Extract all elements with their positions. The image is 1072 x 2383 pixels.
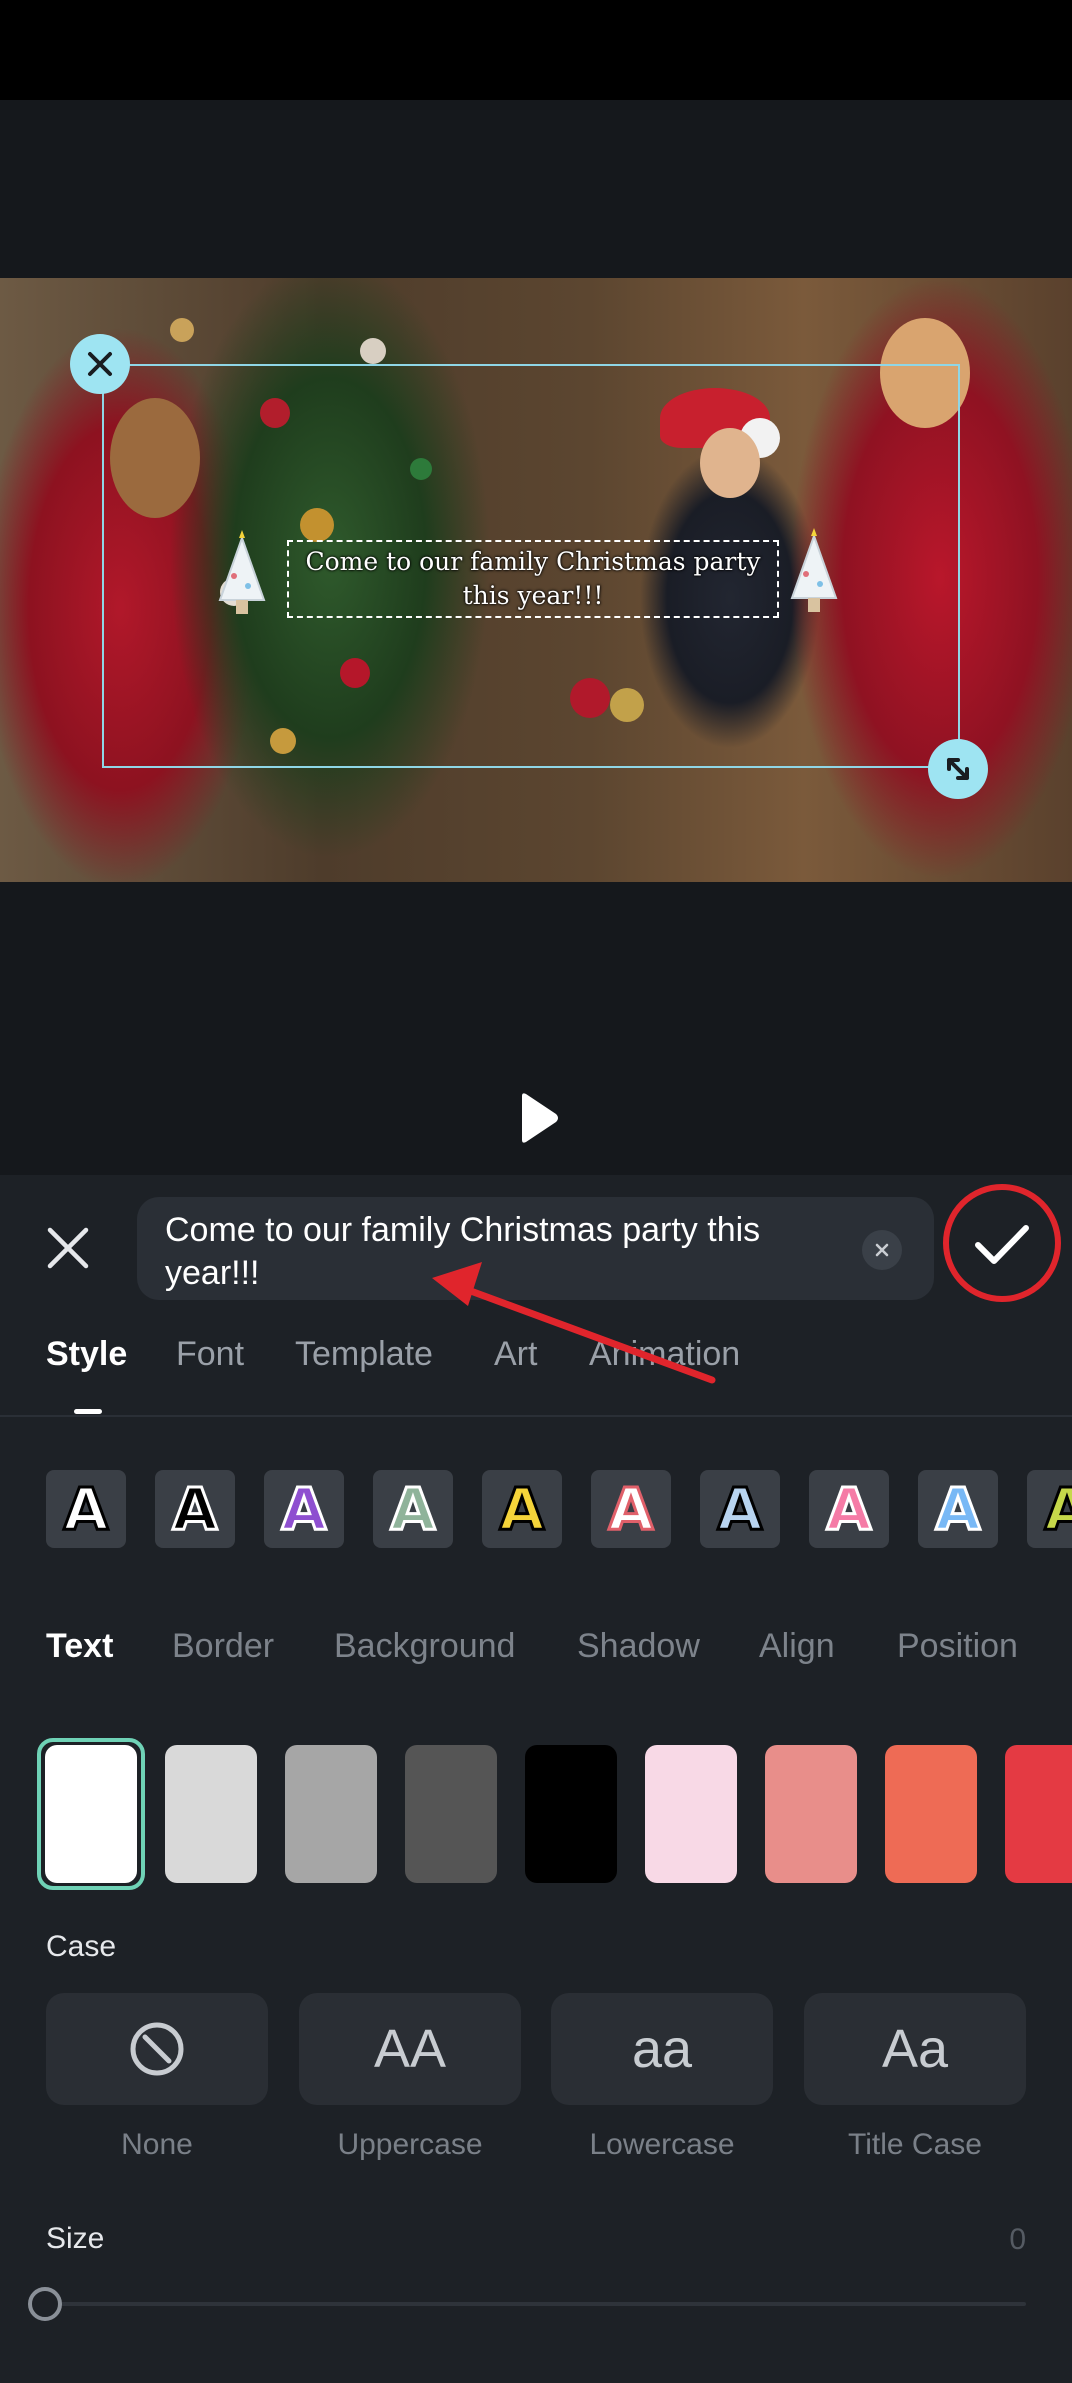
checkmark-icon [975, 1225, 1029, 1264]
case-titlecase-button[interactable]: Aa [804, 1993, 1026, 2105]
case-uppercase-label: Uppercase [337, 2128, 483, 2161]
tab-style[interactable]: Style [46, 1335, 127, 1374]
style-preset-5[interactable]: A [482, 1470, 562, 1548]
size-label: Size [46, 2222, 105, 2255]
size-slider-track[interactable] [46, 2302, 1026, 2306]
color-swatch-7[interactable] [765, 1745, 857, 1883]
subtab-align[interactable]: Align [759, 1627, 835, 1666]
subtab-border[interactable]: Border [172, 1627, 274, 1666]
color-swatch-3[interactable] [285, 1745, 377, 1883]
status-bar [0, 0, 1072, 100]
case-label: Case [46, 1930, 117, 1963]
subtab-position[interactable]: Position [897, 1627, 1018, 1666]
size-slider-thumb[interactable] [28, 2287, 62, 2321]
christmas-tree-sticker-left [218, 530, 266, 614]
case-titlecase-label: Title Case [848, 2128, 982, 2161]
case-uppercase-button[interactable]: AA [299, 1993, 521, 2105]
color-swatch-8[interactable] [885, 1745, 977, 1883]
clear-icon [875, 1243, 889, 1257]
close-editor-button[interactable] [40, 1220, 96, 1276]
resize-icon [947, 758, 969, 780]
tab-template[interactable]: Template [295, 1335, 433, 1374]
color-swatch-6[interactable] [645, 1745, 737, 1883]
style-preset-6[interactable]: A [591, 1470, 671, 1548]
color-swatch-9[interactable] [1005, 1745, 1072, 1883]
play-button[interactable] [508, 1090, 564, 1146]
style-preset-2[interactable]: A [155, 1470, 235, 1548]
style-preset-7[interactable]: A [700, 1470, 780, 1548]
close-icon [47, 1227, 89, 1269]
style-preset-10[interactable]: A [1027, 1470, 1072, 1548]
color-swatch-4[interactable] [405, 1745, 497, 1883]
case-lowercase-button[interactable]: aa [551, 1993, 773, 2105]
case-none-label: None [121, 2128, 193, 2161]
close-icon [88, 352, 112, 376]
style-preset-3[interactable]: A [264, 1470, 344, 1548]
confirm-button[interactable] [945, 1190, 1059, 1300]
christmas-tree-sticker-right [790, 528, 838, 612]
text-input-field[interactable]: Come to our family Christmas party this … [137, 1197, 934, 1300]
color-swatch-2[interactable] [165, 1745, 257, 1883]
active-tab-indicator [74, 1409, 102, 1414]
resize-rotate-handle[interactable] [928, 739, 988, 799]
case-none-button[interactable] [46, 1993, 268, 2105]
style-preset-1[interactable]: A [46, 1470, 126, 1548]
subtab-shadow[interactable]: Shadow [577, 1627, 700, 1666]
style-preset-4[interactable]: A [373, 1470, 453, 1548]
tabs-divider [0, 1415, 1072, 1417]
color-swatch-1[interactable] [45, 1745, 137, 1883]
clear-text-button[interactable] [862, 1230, 902, 1270]
style-preset-9[interactable]: A [918, 1470, 998, 1548]
subtab-background[interactable]: Background [334, 1627, 515, 1666]
tab-animation[interactable]: Animation [589, 1335, 740, 1374]
no-entry-icon [130, 2022, 184, 2076]
style-preset-8[interactable]: A [809, 1470, 889, 1548]
tab-font[interactable]: Font [176, 1335, 244, 1374]
color-swatch-5[interactable] [525, 1745, 617, 1883]
size-value: 0 [1009, 2223, 1026, 2256]
delete-text-handle[interactable] [70, 334, 130, 394]
tab-art[interactable]: Art [494, 1335, 537, 1374]
subtab-text[interactable]: Text [46, 1627, 113, 1666]
preview-overlay-text[interactable]: Come to our family Christmas party this … [287, 540, 779, 618]
case-lowercase-label: Lowercase [589, 2128, 735, 2161]
play-icon [522, 1093, 558, 1143]
